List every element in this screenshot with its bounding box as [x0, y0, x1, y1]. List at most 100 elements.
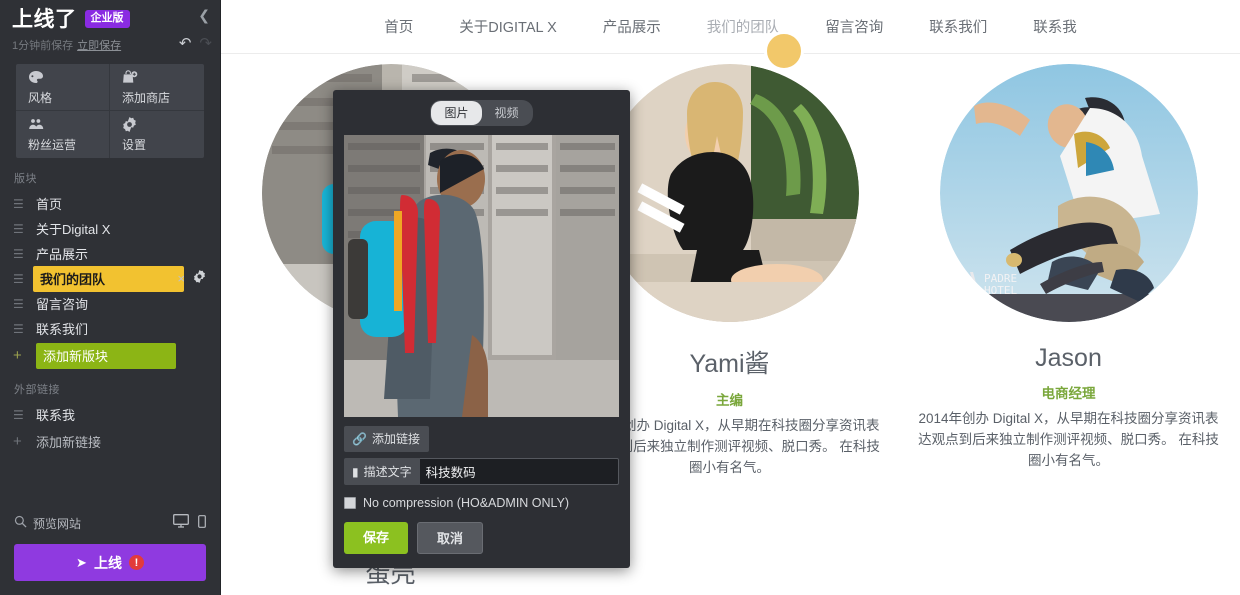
- nav-item-contact-us[interactable]: 联系我们: [906, 16, 1010, 37]
- modal-tabs: 图片 视频: [344, 100, 619, 126]
- brand-logo: 上线了: [12, 7, 77, 31]
- svg-text:HOTEL: HOTEL: [984, 284, 1017, 297]
- save-now-link[interactable]: 立即保存: [77, 37, 121, 53]
- tab-video[interactable]: 视频: [482, 101, 532, 125]
- sidebar-item-label: 留言咨询: [36, 297, 89, 312]
- desktop-icon[interactable]: [173, 514, 189, 532]
- no-compression-label: No compression (HO&ADMIN ONLY): [363, 496, 570, 510]
- quick-actions-grid: 风格 添加商店 粉丝运营 设置: [16, 64, 204, 158]
- add-link-row: 🔗 添加链接: [344, 426, 619, 452]
- chevron-left-icon[interactable]: ❮: [198, 8, 210, 22]
- drag-handle-icon[interactable]: ☰: [13, 298, 27, 310]
- add-link-label: 添加新链接: [36, 435, 102, 450]
- avatar: PADRE HOTEL: [939, 64, 1198, 322]
- publish-warning-badge: !: [128, 555, 144, 570]
- quick-action-style[interactable]: 风格: [16, 64, 110, 111]
- tab-image[interactable]: 图片: [431, 101, 482, 125]
- palette-icon: [28, 70, 109, 87]
- mobile-icon[interactable]: [198, 515, 206, 531]
- no-compression-row[interactable]: No compression (HO&ADMIN ONLY): [344, 496, 619, 510]
- add-link-button[interactable]: 🔗 添加链接: [344, 426, 429, 452]
- sidebar-item-label: 我们的团队: [33, 265, 184, 292]
- gear-icon: [122, 117, 204, 134]
- modal-tabs-wrap: 图片 视频: [430, 100, 533, 126]
- close-icon[interactable]: ×: [177, 271, 185, 286]
- member-name: Jason: [1035, 344, 1102, 372]
- add-link-label: 添加链接: [371, 432, 420, 446]
- sidebar-item-our-team[interactable]: ☰ 我们的团队 ×: [0, 265, 220, 292]
- nav-item-messages[interactable]: 留言咨询: [802, 16, 906, 37]
- publish-label: 上线: [93, 554, 122, 571]
- sidebar-item-label: 联系我们: [36, 322, 89, 337]
- sidebar-item-label: 首页: [36, 197, 63, 212]
- add-section-button[interactable]: + 添加新版块: [0, 342, 220, 369]
- quick-action-label: 添加商店: [122, 91, 171, 105]
- sidebar-header: 上线了 企业版 ❮: [0, 0, 220, 32]
- rocket-icon: ➤: [76, 554, 87, 570]
- device-toggle-group: [173, 514, 206, 532]
- quick-action-fans[interactable]: 粉丝运营: [16, 111, 110, 158]
- drag-handle-icon[interactable]: ☰: [13, 198, 27, 210]
- gear-icon[interactable]: [193, 270, 206, 286]
- quick-action-settings[interactable]: 设置: [110, 111, 204, 158]
- drag-handle-icon[interactable]: ☰: [13, 223, 27, 235]
- add-section-label: 添加新版块: [36, 342, 176, 369]
- sidebar-item-contact-us[interactable]: ☰ 联系我们: [0, 316, 220, 341]
- sidebar-link-label: 联系我: [36, 408, 76, 423]
- sidebar-item-messages[interactable]: ☰ 留言咨询: [0, 291, 220, 316]
- sidebar-item-label: 关于Digital X: [36, 222, 111, 237]
- no-compression-checkbox[interactable]: [344, 497, 356, 509]
- brand-edition-badge: 企业版: [84, 10, 130, 28]
- sidebar-item-products[interactable]: ☰ 产品展示: [0, 241, 220, 266]
- add-link-button[interactable]: + 添加新链接: [0, 428, 220, 455]
- sidebar-item-tools: ×: [177, 270, 206, 286]
- section-selection-marker[interactable]: [764, 31, 804, 71]
- preview-site-row: 预览网站: [0, 512, 220, 534]
- save-status-text: 1分钟前保存: [12, 40, 74, 52]
- member-bio: 2014年创办 Digital X，从早期在科技圈分享资讯表达观点到后来独立制作…: [918, 411, 1219, 468]
- drag-handle-icon[interactable]: ☰: [13, 273, 27, 285]
- search-icon: [14, 515, 27, 531]
- image-preview[interactable]: [344, 135, 619, 417]
- caption-icon: ▮: [352, 464, 359, 479]
- site-topnav: 首页 关于DIGITAL X 产品展示 我们的团队 留言咨询 联系我们 联系我: [221, 0, 1240, 71]
- cancel-button[interactable]: 取消: [417, 522, 484, 554]
- team-member-card[interactable]: PADRE HOTEL Jason 电商经理 2014年创办 Digital X…: [899, 64, 1238, 479]
- nav-item-products[interactable]: 产品展示: [580, 16, 684, 37]
- sections-group-title: 版块: [14, 173, 37, 185]
- sidebar-item-home[interactable]: ☰ 首页: [0, 191, 220, 216]
- save-button[interactable]: 保存: [344, 522, 409, 554]
- nav-item-about[interactable]: 关于DIGITAL X: [436, 16, 580, 37]
- editor-app: 上线了 企业版 ❮ 1分钟前保存 立即保存 ↶ ↷ 风格 添加商店 粉丝运营 设…: [0, 0, 1240, 595]
- quick-action-label: 设置: [122, 138, 147, 152]
- undo-redo-group: ↶ ↷: [179, 36, 212, 51]
- plus-icon: +: [13, 347, 22, 364]
- description-label-text: 描述文字: [363, 465, 412, 479]
- member-role: 电商经理: [1041, 386, 1096, 401]
- drag-handle-icon[interactable]: ☰: [13, 248, 27, 260]
- sidebar-link-contact-me[interactable]: ☰ 联系我: [0, 402, 220, 427]
- undo-arrow-icon[interactable]: ↶: [179, 36, 192, 51]
- sidebar-item-label: 产品展示: [36, 247, 89, 262]
- sidebar-item-about[interactable]: ☰ 关于Digital X: [0, 216, 220, 241]
- plus-icon: +: [13, 433, 22, 450]
- quick-action-add-shop[interactable]: 添加商店: [110, 64, 204, 111]
- save-status-row: 1分钟前保存 立即保存 ↶ ↷: [0, 32, 220, 58]
- description-row: ▮ 描述文字: [344, 458, 619, 485]
- avatar: [600, 64, 859, 322]
- publish-button[interactable]: ➤ 上线 !: [14, 544, 206, 581]
- preview-site-label[interactable]: 预览网站: [33, 515, 81, 532]
- quick-action-label: 粉丝运营: [28, 138, 77, 152]
- drag-handle-icon[interactable]: ☰: [13, 409, 27, 421]
- fans-icon: [28, 117, 109, 134]
- image-edit-modal: 图片 视频 🔗 添加链接 ▮ 描述文字 科技数码 No compression …: [333, 90, 630, 568]
- link-icon: 🔗: [352, 431, 367, 446]
- drag-handle-icon[interactable]: ☰: [13, 323, 27, 335]
- sidebar: 上线了 企业版 ❮ 1分钟前保存 立即保存 ↶ ↷ 风格 添加商店 粉丝运营 设…: [0, 0, 221, 595]
- nav-item-contact-me[interactable]: 联系我: [1010, 16, 1100, 37]
- links-group-title: 外部链接: [14, 384, 60, 396]
- quick-action-label: 风格: [28, 91, 53, 105]
- nav-item-home[interactable]: 首页: [361, 16, 436, 37]
- redo-arrow-icon[interactable]: ↷: [199, 36, 212, 51]
- description-input[interactable]: [419, 458, 619, 485]
